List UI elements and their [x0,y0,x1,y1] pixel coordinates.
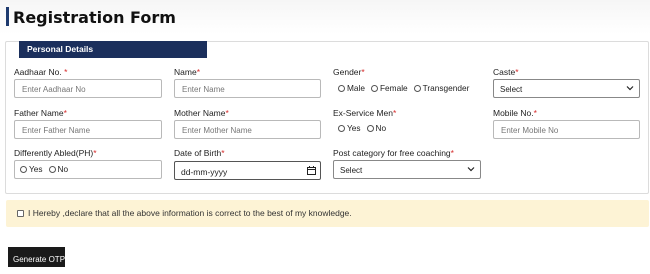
caste-label-text: Caste [493,67,516,77]
ex-service-radio-group: Yes No [338,123,392,133]
caste-select[interactable]: Select [493,79,640,98]
required-marker: * [221,148,225,158]
gender-option-label: Male [347,83,365,93]
gender-radio-group: Male Female Transgender [338,83,475,93]
post-category-label-text: Post category for free coaching [333,148,451,158]
name-label-text: Name [174,67,197,77]
name-input[interactable]: Enter Name [174,79,321,98]
gender-option-transgender[interactable]: Transgender [413,83,470,93]
mobile-label-text: Mobile No. [493,108,534,118]
title-accent-bar [6,7,9,26]
father-name-input[interactable]: Enter Father Name [14,120,162,139]
aadhaar-input[interactable]: Enter Aadhaar No [14,79,162,98]
gender-label-text: Gender [333,67,362,77]
radio-icon[interactable] [338,124,345,132]
gender-option-label: Female [379,83,408,93]
dob-label-text: Date of Birth [174,148,222,158]
dob-label: Date of Birth* [174,148,225,158]
radio-icon[interactable] [48,165,56,173]
radio-icon[interactable] [366,124,374,132]
declaration-checkbox[interactable] [17,210,24,217]
mother-name-label: Mother Name* [174,108,229,118]
required-marker: * [63,108,67,118]
radio-icon[interactable] [20,165,27,173]
differently-abled-option-label: Yes [29,164,43,174]
ex-service-label: Ex-Service Men* [333,108,396,118]
post-category-label: Post category for free coaching* [333,148,454,158]
required-marker: * [93,148,97,158]
caste-label: Caste* [493,67,519,77]
differently-abled-radio-group: Yes No [20,164,74,174]
ex-service-label-text: Ex-Service Men [333,108,393,118]
caste-selected-value: Select [500,85,523,94]
gender-label: Gender* [333,67,365,77]
mother-name-label-text: Mother Name [174,108,226,118]
ex-service-option-label: No [375,123,387,133]
differently-abled-option-label: No [57,164,69,174]
differently-abled-label-text: Differently Abled(PH) [14,148,94,158]
required-marker: * [393,108,397,118]
differently-abled-option-no[interactable]: No [48,164,69,174]
aadhaar-label: Aadhaar No. * [14,67,67,77]
ex-service-option-no[interactable]: No [366,123,387,133]
dob-input[interactable]: dd-mm-yyyy [174,161,321,180]
mobile-input[interactable]: Enter Mobile No [493,120,640,139]
name-label: Name* [174,67,200,77]
required-marker: * [64,67,68,77]
section-legend: Personal Details [19,41,207,58]
chevron-down-icon [467,167,475,172]
radio-icon[interactable] [338,84,345,92]
post-category-select[interactable]: Select [333,160,481,179]
ex-service-option-label: Yes [347,123,361,133]
radio-icon[interactable] [413,84,421,92]
dob-value: dd-mm-yyyy [181,167,228,177]
required-marker: * [515,67,519,77]
generate-otp-button[interactable]: Generate OTP [8,247,65,267]
gender-option-label: Transgender [422,83,470,93]
required-marker: * [196,67,200,77]
required-marker: * [225,108,229,118]
gender-option-female[interactable]: Female [370,83,408,93]
gender-option-male[interactable]: Male [338,83,365,93]
ex-service-option-yes[interactable]: Yes [338,123,361,133]
aadhaar-label-text: Aadhaar No. [14,67,62,77]
mother-name-input[interactable]: Enter Mother Name [174,120,321,139]
declaration-text: I Hereby ,declare that all the above inf… [28,208,352,218]
declaration-notice: I Hereby ,declare that all the above inf… [6,200,649,227]
calendar-icon[interactable] [307,166,316,175]
chevron-down-icon [626,86,634,91]
differently-abled-option-yes[interactable]: Yes [20,164,43,174]
father-name-label-text: Father Name [14,108,64,118]
post-category-selected-value: Select [340,166,363,175]
father-name-label: Father Name* [14,108,67,118]
mobile-label: Mobile No.* [493,108,537,118]
required-marker: * [450,148,454,158]
required-marker: * [533,108,537,118]
page-title: Registration Form [13,8,176,27]
required-marker: * [361,67,365,77]
radio-icon[interactable] [370,84,378,92]
differently-abled-label: Differently Abled(PH)* [14,148,97,158]
